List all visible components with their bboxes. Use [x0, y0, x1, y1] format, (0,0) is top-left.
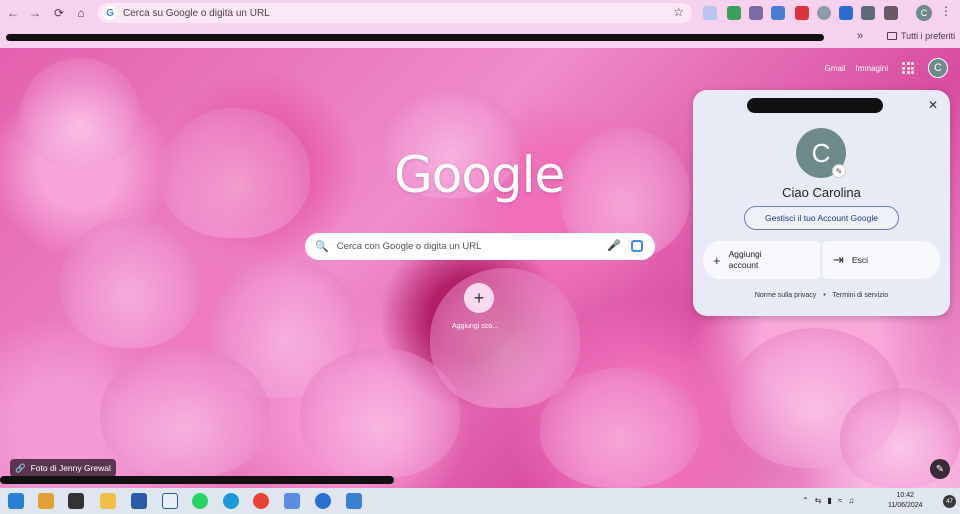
windows-start-icon[interactable] [8, 493, 24, 509]
background-petal [100, 348, 270, 478]
add-account-button[interactable]: + Aggiungi account [703, 241, 820, 279]
account-actions: + Aggiungi account ⇥ Esci [703, 241, 940, 279]
top-links: Gmail Immagini [825, 64, 888, 73]
word-icon[interactable] [162, 493, 178, 509]
gmail-link[interactable]: Gmail [825, 64, 846, 73]
add-account-label: Aggiungi account [728, 249, 762, 270]
circle-extension-icon[interactable] [817, 6, 831, 20]
chevron-up-icon[interactable]: ⌃ [802, 496, 809, 505]
sign-out-button[interactable]: ⇥ Esci [823, 241, 940, 279]
redaction-bar [0, 476, 394, 484]
microphone-icon[interactable]: 🎤 [607, 239, 621, 252]
store-icon[interactable] [131, 493, 147, 509]
images-link[interactable]: Immagini [856, 64, 888, 73]
folder-icon [887, 32, 897, 40]
account-popup: ✕ C ✎ Ciao Carolina Gestisci il tuo Acco… [693, 90, 950, 316]
whatsapp-icon[interactable] [192, 493, 208, 509]
greeting-text: Ciao Carolina [782, 185, 861, 200]
shield-extension-icon[interactable] [727, 6, 741, 20]
photo-credit-text: Foto di Jenny Grewal [30, 463, 111, 473]
system-tray: ⌃ ⇆ ▮ ≈ ♫ [802, 496, 854, 505]
background-petal [430, 268, 580, 408]
windows-taskbar: ⌃ ⇆ ▮ ≈ ♫ 10:42 11/06/2024 47 [0, 488, 960, 514]
photo-credit[interactable]: 🔗 Foto di Jenny Grewal [10, 459, 116, 477]
reload-icon[interactable]: ⟳ [48, 2, 70, 24]
search-placeholder: Cerca con Google o digita un URL [336, 241, 482, 252]
wifi-icon[interactable]: ≈ [838, 496, 842, 505]
close-icon[interactable]: ✕ [928, 98, 938, 112]
task-view-icon[interactable] [68, 493, 84, 509]
clock-time: 10:42 [896, 492, 915, 499]
redaction-bar [6, 34, 824, 41]
google-icon: G [103, 6, 117, 20]
translate-extension-icon[interactable] [771, 6, 785, 20]
profile-avatar[interactable]: C [916, 5, 932, 21]
red-extension-icon[interactable] [795, 6, 809, 20]
volume-icon[interactable]: ♫ [848, 496, 854, 505]
add-shortcut-label: Aggiungi sco... [452, 323, 498, 330]
plus-icon: + [713, 252, 721, 268]
google-logo: Google [394, 146, 565, 204]
lens-icon[interactable] [631, 240, 643, 252]
all-bookmarks-folder[interactable]: Tutti i preferiti [887, 31, 955, 41]
sign-out-label: Esci [851, 255, 868, 265]
network-icon[interactable]: ⇆ [815, 496, 822, 505]
terms-link[interactable]: Termini di servizio [833, 292, 889, 299]
battery-icon[interactable]: ▮ [827, 496, 831, 505]
edit-avatar-icon[interactable]: ✎ [832, 164, 846, 178]
bookmark-star-icon[interactable]: ☆ [673, 5, 684, 19]
bookmarks-bar: » Tutti i preferiti [0, 26, 960, 48]
search-icon: 🔍 [315, 241, 329, 253]
widgets-icon[interactable] [38, 493, 54, 509]
bookmarks-overflow-icon[interactable]: » [857, 30, 863, 42]
link-icon: 🔗 [15, 462, 26, 473]
arc-extension-icon[interactable] [839, 6, 853, 20]
manage-account-button[interactable]: Gestisci il tuo Account Google [744, 206, 899, 230]
extension-icon[interactable] [703, 6, 717, 20]
chrome-icon[interactable] [253, 493, 269, 509]
omnibox[interactable]: G Cerca su Google o digita un URL ☆ [98, 3, 692, 23]
browser-app-icon[interactable] [315, 493, 331, 509]
edge-icon[interactable] [223, 493, 239, 509]
legal-links: Norme sulla privacy • Termini di servizi… [693, 292, 950, 299]
apps-grid-icon[interactable] [902, 62, 914, 74]
customize-pencil-icon[interactable]: ✎ [930, 459, 950, 479]
sign-out-icon: ⇥ [833, 252, 844, 267]
clock-date: 11/06/2024 [888, 502, 923, 509]
notifications-badge[interactable]: 47 [943, 495, 956, 508]
separator: • [823, 292, 826, 299]
add-shortcut-button[interactable]: + [464, 283, 494, 313]
background-petal [20, 58, 140, 168]
privacy-link[interactable]: Norme sulla privacy [755, 292, 816, 299]
search-box[interactable]: 🔍 Cerca con Google o digita un URL 🎤 [305, 233, 655, 260]
account-avatar[interactable]: C [928, 58, 948, 78]
puzzle-icon[interactable] [884, 6, 898, 20]
pen-extension-icon[interactable] [749, 6, 763, 20]
background-petal [60, 218, 200, 348]
forward-icon[interactable]: → [24, 2, 46, 24]
home-icon[interactable]: ⌂ [70, 2, 92, 24]
background-petal [540, 368, 700, 488]
photos-icon[interactable] [346, 493, 362, 509]
app-icon[interactable] [284, 493, 300, 509]
browser-toolbar: ← → ⟳ ⌂ G Cerca su Google o digita un UR… [0, 0, 960, 26]
grid-extension-icon[interactable] [861, 6, 875, 20]
background-petal [160, 108, 310, 238]
all-bookmarks-label: Tutti i preferiti [901, 31, 956, 41]
file-explorer-icon[interactable] [100, 493, 116, 509]
back-icon[interactable]: ← [2, 2, 24, 24]
omnibox-placeholder: Cerca su Google o digita un URL [123, 7, 270, 19]
menu-icon[interactable]: ⋮ [940, 4, 952, 18]
clock[interactable]: 10:42 11/06/2024 [888, 491, 923, 511]
redacted-email [747, 98, 883, 113]
